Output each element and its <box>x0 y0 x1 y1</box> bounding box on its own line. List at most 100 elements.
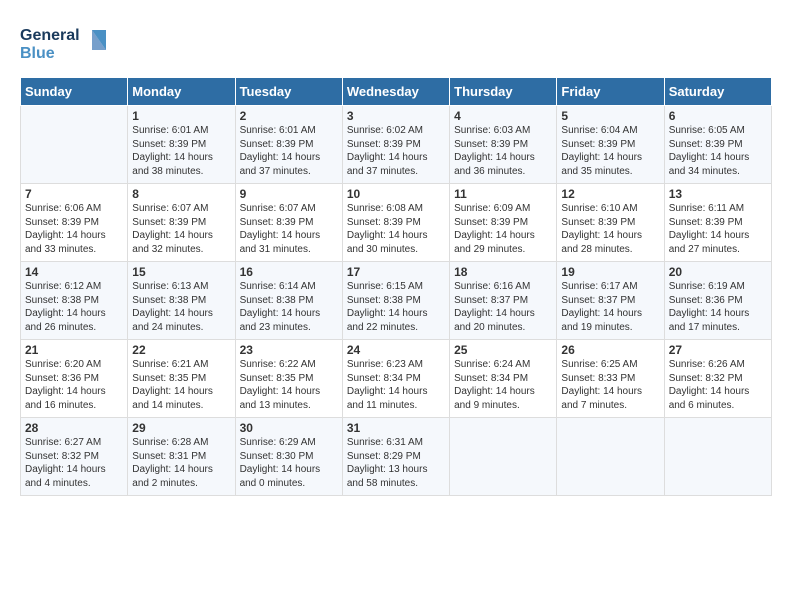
calendar-cell: 11Sunrise: 6:09 AM Sunset: 8:39 PM Dayli… <box>450 184 557 262</box>
calendar-cell: 13Sunrise: 6:11 AM Sunset: 8:39 PM Dayli… <box>664 184 771 262</box>
calendar-cell <box>450 418 557 496</box>
calendar-cell: 6Sunrise: 6:05 AM Sunset: 8:39 PM Daylig… <box>664 106 771 184</box>
day-info: Sunrise: 6:14 AM Sunset: 8:38 PM Dayligh… <box>240 280 338 334</box>
day-number: 20 <box>669 265 767 279</box>
calendar-cell <box>557 418 664 496</box>
day-number: 1 <box>132 109 230 123</box>
calendar-cell: 27Sunrise: 6:26 AM Sunset: 8:32 PM Dayli… <box>664 340 771 418</box>
calendar-cell: 8Sunrise: 6:07 AM Sunset: 8:39 PM Daylig… <box>128 184 235 262</box>
calendar-cell: 10Sunrise: 6:08 AM Sunset: 8:39 PM Dayli… <box>342 184 449 262</box>
header: General Blue <box>20 16 772 69</box>
calendar-cell: 18Sunrise: 6:16 AM Sunset: 8:37 PM Dayli… <box>450 262 557 340</box>
week-row-3: 14Sunrise: 6:12 AM Sunset: 8:38 PM Dayli… <box>21 262 772 340</box>
day-number: 11 <box>454 187 552 201</box>
day-info: Sunrise: 6:21 AM Sunset: 8:35 PM Dayligh… <box>132 358 230 412</box>
calendar-cell: 4Sunrise: 6:03 AM Sunset: 8:39 PM Daylig… <box>450 106 557 184</box>
day-number: 8 <box>132 187 230 201</box>
calendar-cell: 23Sunrise: 6:22 AM Sunset: 8:35 PM Dayli… <box>235 340 342 418</box>
day-info: Sunrise: 6:19 AM Sunset: 8:36 PM Dayligh… <box>669 280 767 334</box>
day-number: 24 <box>347 343 445 357</box>
day-number: 16 <box>240 265 338 279</box>
day-info: Sunrise: 6:06 AM Sunset: 8:39 PM Dayligh… <box>25 202 123 256</box>
calendar-cell: 15Sunrise: 6:13 AM Sunset: 8:38 PM Dayli… <box>128 262 235 340</box>
weekday-header-saturday: Saturday <box>664 78 771 106</box>
calendar-cell: 12Sunrise: 6:10 AM Sunset: 8:39 PM Dayli… <box>557 184 664 262</box>
day-info: Sunrise: 6:08 AM Sunset: 8:39 PM Dayligh… <box>347 202 445 256</box>
svg-text:General: General <box>20 27 80 44</box>
day-number: 9 <box>240 187 338 201</box>
day-number: 3 <box>347 109 445 123</box>
day-info: Sunrise: 6:04 AM Sunset: 8:39 PM Dayligh… <box>561 124 659 178</box>
calendar-cell <box>21 106 128 184</box>
calendar-cell: 20Sunrise: 6:19 AM Sunset: 8:36 PM Dayli… <box>664 262 771 340</box>
calendar-cell: 17Sunrise: 6:15 AM Sunset: 8:38 PM Dayli… <box>342 262 449 340</box>
day-info: Sunrise: 6:16 AM Sunset: 8:37 PM Dayligh… <box>454 280 552 334</box>
day-info: Sunrise: 6:02 AM Sunset: 8:39 PM Dayligh… <box>347 124 445 178</box>
day-number: 17 <box>347 265 445 279</box>
day-info: Sunrise: 6:26 AM Sunset: 8:32 PM Dayligh… <box>669 358 767 412</box>
calendar-cell <box>664 418 771 496</box>
day-info: Sunrise: 6:31 AM Sunset: 8:29 PM Dayligh… <box>347 436 445 490</box>
page: General Blue SundayMondayTuesdayWednesda… <box>0 0 792 506</box>
day-number: 26 <box>561 343 659 357</box>
day-number: 5 <box>561 109 659 123</box>
calendar-cell: 21Sunrise: 6:20 AM Sunset: 8:36 PM Dayli… <box>21 340 128 418</box>
weekday-header-friday: Friday <box>557 78 664 106</box>
day-number: 23 <box>240 343 338 357</box>
day-number: 28 <box>25 421 123 435</box>
day-info: Sunrise: 6:10 AM Sunset: 8:39 PM Dayligh… <box>561 202 659 256</box>
day-info: Sunrise: 6:01 AM Sunset: 8:39 PM Dayligh… <box>132 124 230 178</box>
calendar-cell: 31Sunrise: 6:31 AM Sunset: 8:29 PM Dayli… <box>342 418 449 496</box>
calendar-cell: 19Sunrise: 6:17 AM Sunset: 8:37 PM Dayli… <box>557 262 664 340</box>
day-info: Sunrise: 6:28 AM Sunset: 8:31 PM Dayligh… <box>132 436 230 490</box>
weekday-header-wednesday: Wednesday <box>342 78 449 106</box>
day-info: Sunrise: 6:24 AM Sunset: 8:34 PM Dayligh… <box>454 358 552 412</box>
calendar-cell: 24Sunrise: 6:23 AM Sunset: 8:34 PM Dayli… <box>342 340 449 418</box>
day-info: Sunrise: 6:13 AM Sunset: 8:38 PM Dayligh… <box>132 280 230 334</box>
day-info: Sunrise: 6:03 AM Sunset: 8:39 PM Dayligh… <box>454 124 552 178</box>
weekday-header-thursday: Thursday <box>450 78 557 106</box>
logo-text: General Blue <box>20 20 110 69</box>
day-info: Sunrise: 6:12 AM Sunset: 8:38 PM Dayligh… <box>25 280 123 334</box>
calendar-cell: 9Sunrise: 6:07 AM Sunset: 8:39 PM Daylig… <box>235 184 342 262</box>
weekday-header-row: SundayMondayTuesdayWednesdayThursdayFrid… <box>21 78 772 106</box>
week-row-2: 7Sunrise: 6:06 AM Sunset: 8:39 PM Daylig… <box>21 184 772 262</box>
week-row-4: 21Sunrise: 6:20 AM Sunset: 8:36 PM Dayli… <box>21 340 772 418</box>
day-info: Sunrise: 6:15 AM Sunset: 8:38 PM Dayligh… <box>347 280 445 334</box>
calendar-cell: 25Sunrise: 6:24 AM Sunset: 8:34 PM Dayli… <box>450 340 557 418</box>
day-number: 12 <box>561 187 659 201</box>
day-info: Sunrise: 6:23 AM Sunset: 8:34 PM Dayligh… <box>347 358 445 412</box>
day-number: 18 <box>454 265 552 279</box>
day-info: Sunrise: 6:09 AM Sunset: 8:39 PM Dayligh… <box>454 202 552 256</box>
weekday-header-monday: Monday <box>128 78 235 106</box>
calendar-cell: 7Sunrise: 6:06 AM Sunset: 8:39 PM Daylig… <box>21 184 128 262</box>
calendar-cell: 28Sunrise: 6:27 AM Sunset: 8:32 PM Dayli… <box>21 418 128 496</box>
day-info: Sunrise: 6:17 AM Sunset: 8:37 PM Dayligh… <box>561 280 659 334</box>
svg-text:Blue: Blue <box>20 45 55 62</box>
day-number: 10 <box>347 187 445 201</box>
day-number: 7 <box>25 187 123 201</box>
day-number: 31 <box>347 421 445 435</box>
day-number: 19 <box>561 265 659 279</box>
day-info: Sunrise: 6:07 AM Sunset: 8:39 PM Dayligh… <box>132 202 230 256</box>
calendar-cell: 1Sunrise: 6:01 AM Sunset: 8:39 PM Daylig… <box>128 106 235 184</box>
calendar-cell: 30Sunrise: 6:29 AM Sunset: 8:30 PM Dayli… <box>235 418 342 496</box>
logo: General Blue <box>20 20 110 69</box>
calendar-cell: 22Sunrise: 6:21 AM Sunset: 8:35 PM Dayli… <box>128 340 235 418</box>
calendar-cell: 26Sunrise: 6:25 AM Sunset: 8:33 PM Dayli… <box>557 340 664 418</box>
calendar-cell: 29Sunrise: 6:28 AM Sunset: 8:31 PM Dayli… <box>128 418 235 496</box>
day-number: 4 <box>454 109 552 123</box>
day-info: Sunrise: 6:25 AM Sunset: 8:33 PM Dayligh… <box>561 358 659 412</box>
weekday-header-sunday: Sunday <box>21 78 128 106</box>
calendar-cell: 16Sunrise: 6:14 AM Sunset: 8:38 PM Dayli… <box>235 262 342 340</box>
day-number: 15 <box>132 265 230 279</box>
day-info: Sunrise: 6:11 AM Sunset: 8:39 PM Dayligh… <box>669 202 767 256</box>
day-number: 6 <box>669 109 767 123</box>
day-number: 13 <box>669 187 767 201</box>
day-info: Sunrise: 6:22 AM Sunset: 8:35 PM Dayligh… <box>240 358 338 412</box>
week-row-1: 1Sunrise: 6:01 AM Sunset: 8:39 PM Daylig… <box>21 106 772 184</box>
calendar-cell: 3Sunrise: 6:02 AM Sunset: 8:39 PM Daylig… <box>342 106 449 184</box>
day-number: 29 <box>132 421 230 435</box>
day-info: Sunrise: 6:29 AM Sunset: 8:30 PM Dayligh… <box>240 436 338 490</box>
day-number: 30 <box>240 421 338 435</box>
